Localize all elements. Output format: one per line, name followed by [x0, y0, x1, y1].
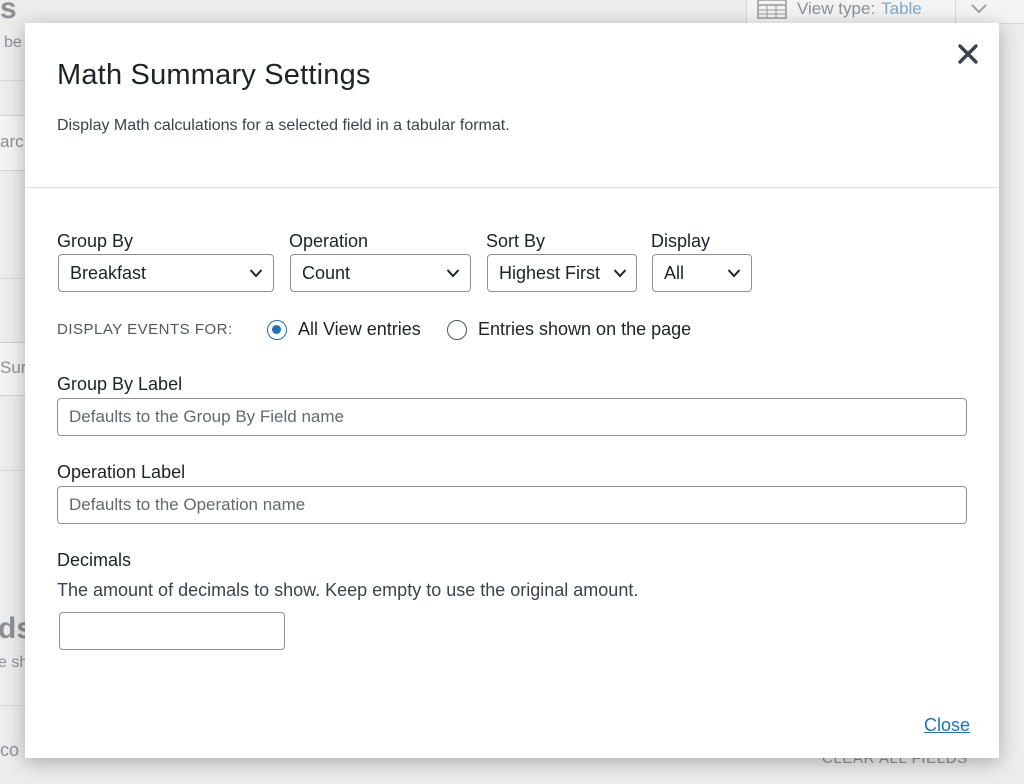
operation-value: Count: [302, 262, 351, 283]
display-events-label: DISPLAY EVENTS FOR:: [57, 321, 233, 338]
group-by-label-input[interactable]: [57, 398, 967, 436]
operation-select[interactable]: Count: [290, 254, 471, 292]
radio-button[interactable]: [447, 319, 467, 340]
chevron-down-icon: [971, 4, 987, 14]
group-by-select[interactable]: Breakfast: [58, 254, 274, 292]
radio-entries-shown-on-page[interactable]: Entries shown on the page: [447, 319, 691, 340]
display-value: All: [664, 262, 685, 283]
display-select[interactable]: All: [652, 254, 752, 292]
modal-description: Display Math calculations for a selected…: [57, 117, 510, 134]
operation-label: Operation: [289, 231, 369, 251]
bg-text-fragment: be: [4, 34, 22, 51]
group-by-label-field-label: Group By Label: [57, 374, 183, 394]
bg-divider: [0, 278, 25, 279]
view-type-label: View type:: [797, 0, 876, 18]
group-by-label: Group By: [57, 231, 134, 251]
operation-label-input[interactable]: [57, 486, 967, 524]
chevron-down-icon: [727, 269, 741, 278]
bg-divider: [0, 80, 25, 81]
decimals-label: Decimals: [57, 550, 132, 570]
group-by-value: Breakfast: [70, 262, 147, 283]
sort-by-label: Sort By: [486, 231, 546, 251]
sort-by-select[interactable]: Highest First: [487, 254, 637, 292]
bg-divider: [0, 705, 25, 706]
radio-label: Entries shown on the page: [478, 319, 692, 339]
modal-header: Math Summary Settings Display Math calcu…: [25, 23, 999, 188]
decimals-input[interactable]: [59, 612, 285, 650]
table-icon: [757, 0, 787, 19]
view-type-value: Table: [881, 0, 922, 18]
math-summary-settings-modal: Math Summary Settings Display Math calcu…: [25, 23, 999, 758]
sort-by-value: Highest First: [499, 262, 601, 283]
bg-view-type-selector: View type: Table: [746, 0, 1024, 24]
radio-label: All View entries: [298, 319, 421, 339]
close-icon[interactable]: [955, 41, 981, 67]
bg-text-fragment: Sur: [0, 358, 27, 377]
radio-all-view-entries[interactable]: All View entries: [267, 319, 421, 340]
modal-title: Math Summary Settings: [57, 59, 371, 91]
bg-separator: [955, 0, 956, 23]
decimals-help-text: The amount of decimals to show. Keep emp…: [57, 580, 639, 600]
bg-text-fragment: co: [0, 740, 20, 760]
bg-heading-fragment: s: [0, 0, 17, 25]
bg-divider: [0, 470, 25, 471]
bg-text-fragment: e sh: [0, 654, 29, 671]
operation-label-field-label: Operation Label: [57, 462, 186, 482]
display-label: Display: [651, 231, 711, 251]
chevron-down-icon: [613, 269, 627, 278]
bg-text-fragment: arc: [0, 132, 24, 151]
chevron-down-icon: [446, 269, 460, 278]
chevron-down-icon: [249, 269, 263, 278]
close-link[interactable]: Close: [924, 715, 970, 736]
radio-button-checked[interactable]: [267, 319, 287, 340]
